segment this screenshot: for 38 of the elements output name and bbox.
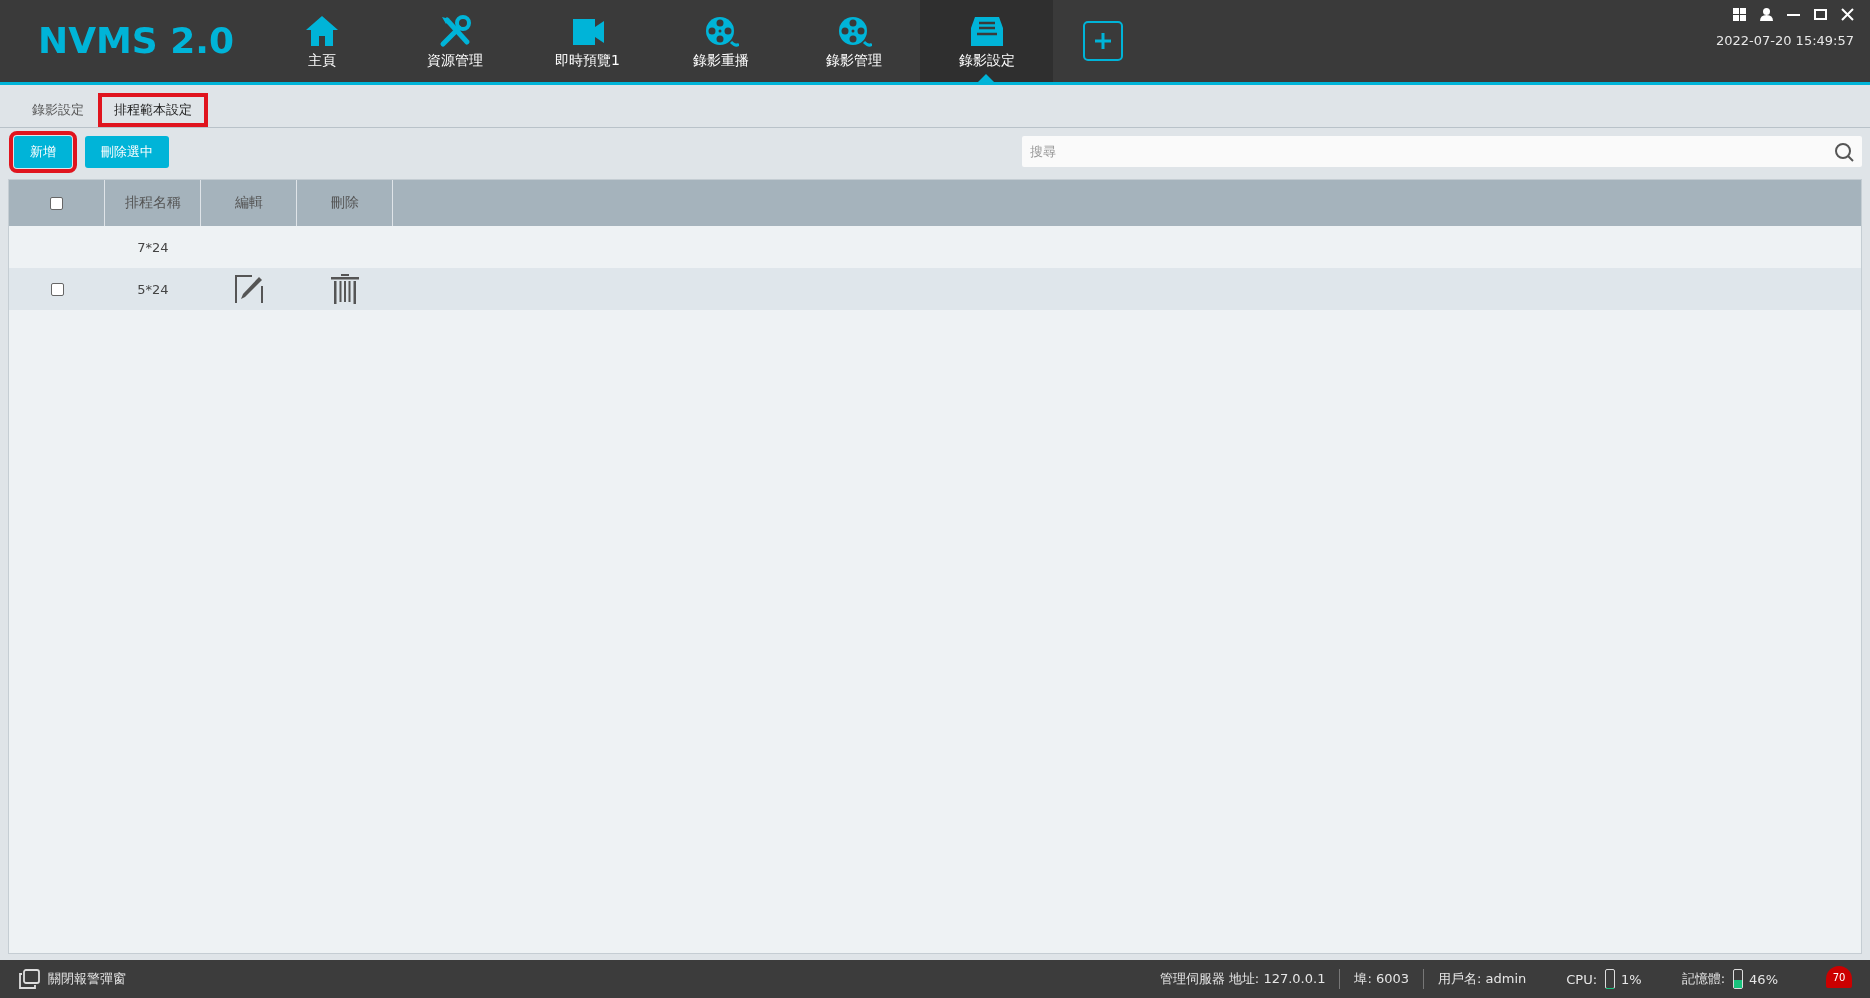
column-header: 編輯 xyxy=(201,180,297,226)
nav-tab[interactable]: 即時預覽1 xyxy=(521,0,654,82)
date-time: 2022-07-20 15:49:57 xyxy=(1715,33,1854,48)
table-cell-text: 5*24 xyxy=(136,280,170,299)
table-cell-text: 7*24 xyxy=(136,238,170,257)
search-field[interactable]: 搜尋 xyxy=(1022,136,1862,167)
user-name: 用戶名: admin xyxy=(1438,970,1527,988)
meter-label: CPU: xyxy=(1566,971,1598,987)
select-all-checkbox[interactable] xyxy=(50,196,63,210)
row-checkbox[interactable] xyxy=(50,282,64,296)
nav-tab[interactable]: 錄影設定 xyxy=(920,0,1053,82)
nav-tab[interactable]: 資源管理 xyxy=(388,0,521,82)
tray-icon xyxy=(968,14,1005,48)
nav-tab[interactable]: 錄影重播 xyxy=(654,0,787,82)
column-header: 刪除 xyxy=(297,180,393,226)
nav-tab[interactable]: 錄影管理 xyxy=(787,0,920,82)
tab[interactable]: 排程範本設定 xyxy=(98,93,208,127)
plus-icon xyxy=(1093,31,1113,51)
close-alarm-popup-button[interactable]: 關閉報警彈窗 xyxy=(18,969,126,989)
meter-label: 記憶體: xyxy=(1681,970,1726,988)
add-tab-button[interactable] xyxy=(1083,21,1123,61)
nav-tab[interactable]: 主頁 xyxy=(255,0,388,82)
search-icon[interactable] xyxy=(1834,142,1854,162)
maximize-icon[interactable] xyxy=(1814,8,1827,21)
windows-icon xyxy=(18,969,40,989)
user-icon[interactable] xyxy=(1760,8,1773,21)
meter-reading: 1% xyxy=(1621,971,1642,987)
column-header: 排程名稱 xyxy=(105,180,201,226)
alarm-count-badge[interactable]: 70 xyxy=(1826,966,1852,988)
server-address: 管理伺服器 地址: 127.0.0.1 xyxy=(1159,970,1326,988)
tab[interactable]: 錄影設定 xyxy=(18,93,98,127)
grid-icon[interactable] xyxy=(1733,8,1746,21)
port-label: 埠: 6003 xyxy=(1354,970,1409,988)
meter-reading: 46% xyxy=(1749,971,1778,987)
close-icon[interactable] xyxy=(1841,8,1854,21)
edit-icon[interactable] xyxy=(234,274,264,304)
app-logo: NVMS 2.0 xyxy=(38,19,235,63)
trash-icon[interactable] xyxy=(331,274,359,304)
